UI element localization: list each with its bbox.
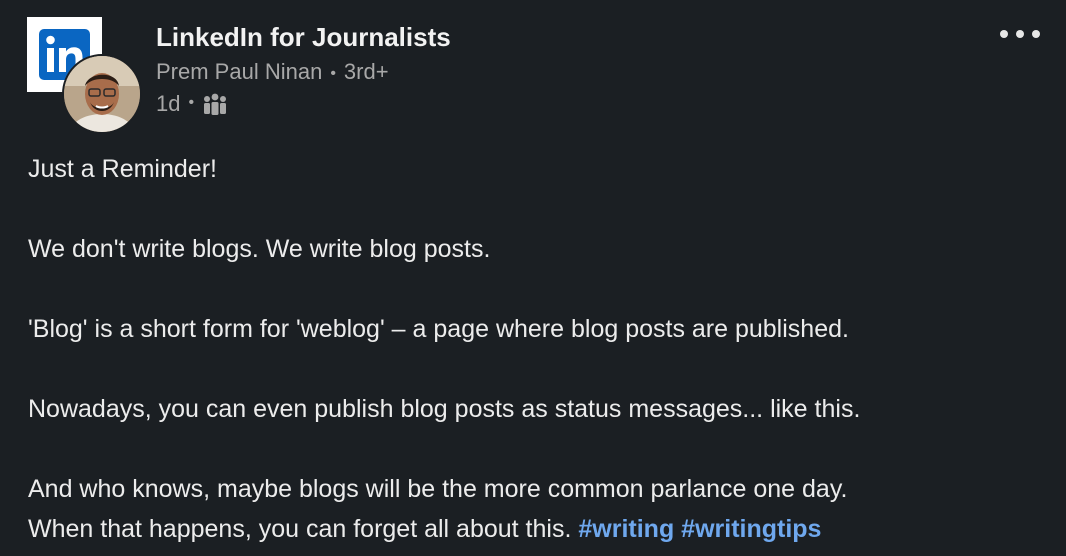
group-name-link[interactable]: LinkedIn for Journalists bbox=[156, 22, 451, 53]
connection-degree: 3rd+ bbox=[343, 59, 389, 84]
separator-dot: • bbox=[188, 94, 195, 111]
more-options-icon[interactable] bbox=[996, 22, 1044, 46]
author-avatar[interactable] bbox=[62, 54, 142, 134]
separator-dot: • bbox=[330, 65, 336, 82]
post-text: When that happens, you can forget all ab… bbox=[28, 515, 572, 543]
post-paragraph: Nowadays, you can even publish blog post… bbox=[28, 395, 861, 423]
feed-post: LinkedIn for Journalists Prem Paul Ninan… bbox=[0, 0, 1066, 556]
post-paragraph: 'Blog' is a short form for 'weblog' – a … bbox=[28, 315, 849, 343]
author-line: Prem Paul Ninan • 3rd+ bbox=[156, 59, 389, 85]
post-meta: 1d • bbox=[156, 91, 228, 117]
post-paragraph: Just a Reminder! bbox=[28, 155, 217, 183]
hashtag-writingtips-link[interactable]: #writingtips bbox=[681, 515, 821, 543]
post-time: 1d bbox=[156, 91, 181, 116]
post-paragraph-last: When that happens, you can forget all ab… bbox=[28, 509, 1048, 549]
post-paragraph: We don't write blogs. We write blog post… bbox=[28, 235, 491, 263]
post-paragraph: And who knows, maybe blogs will be the m… bbox=[28, 475, 848, 503]
group-people-icon bbox=[202, 93, 228, 115]
author-name[interactable]: Prem Paul Ninan bbox=[156, 59, 322, 84]
hashtag-writing-link[interactable]: #writing bbox=[578, 515, 674, 543]
post-body: Just a Reminder! We don't write blogs. W… bbox=[28, 149, 1048, 549]
